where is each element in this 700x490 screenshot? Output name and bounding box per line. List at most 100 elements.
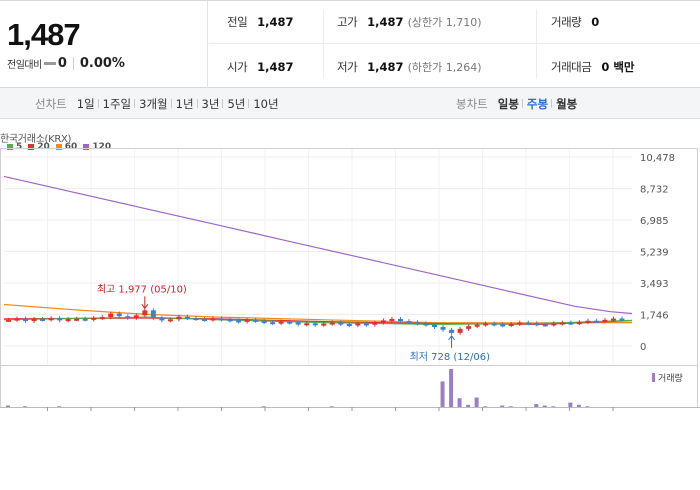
candle [304, 323, 310, 326]
upper-limit: (상한가 1,710) [407, 16, 482, 29]
low-annotation: 최저 728 (12/06) [410, 351, 491, 363]
volume-bar [57, 406, 62, 407]
change-percent: 0.00% [79, 56, 125, 71]
volume-bar [500, 405, 505, 407]
volume-bar [551, 406, 556, 407]
volume-bar [6, 405, 10, 407]
chart-canvas[interactable]: 10,478 8,732 6,985 5,239 3,493 1,746 0 최고 1,977… [0, 119, 700, 490]
volume-bar [576, 404, 581, 407]
candle [184, 316, 190, 319]
candle [133, 315, 139, 318]
candle [551, 323, 557, 326]
volume-bar [568, 402, 573, 407]
volume-bar [542, 405, 547, 407]
price-panel-frame [0, 148, 698, 366]
period-3y[interactable]: 3년 [194, 96, 219, 112]
candle [99, 317, 105, 320]
line-chart-periods: 선차트 1일 1주일 3개월 1년 3년 5년 10년 [35, 88, 279, 119]
price-box: 1,487 전일대비 0 0.00% [0, 1, 208, 88]
candle [380, 320, 386, 323]
candle [253, 319, 259, 322]
period-1d[interactable]: 1일 [77, 96, 95, 112]
candle [534, 323, 540, 326]
candle [423, 323, 429, 326]
candle [602, 319, 608, 322]
candle [346, 323, 352, 326]
day-high: 고가 1,487 (상한가 1,710) [337, 15, 482, 29]
period-10y[interactable]: 10년 [245, 96, 279, 112]
candle [176, 316, 182, 320]
volume-bar [440, 381, 445, 407]
candle [65, 319, 71, 322]
candle [108, 313, 114, 318]
volume-bar [329, 406, 334, 407]
candle [227, 319, 233, 322]
candle [278, 321, 284, 324]
period-1w[interactable]: 1주일 [95, 96, 131, 112]
candle [244, 319, 250, 322]
candle [270, 322, 276, 325]
quote-panel: 1,487 전일대비 0 0.00% 전일 1,487 고가 1,487 (상한… [0, 0, 700, 88]
volume-bar [457, 398, 462, 407]
candle [116, 313, 122, 317]
candle-weekly[interactable]: 주봉 [519, 96, 548, 112]
trade-amount: 거래대금 0 백만 [551, 59, 635, 74]
candle [295, 322, 301, 325]
candle [6, 319, 11, 322]
current-price: 1,487 [7, 17, 81, 52]
candle [201, 318, 207, 321]
y-tick-label: 3,493 [640, 279, 669, 290]
candle [508, 323, 514, 326]
stats-row-1: 전일 1,487 고가 1,487 (상한가 1,710) 거래량 0 [209, 1, 700, 44]
candle [568, 322, 574, 325]
change-row: 전일대비 0 0.00% [7, 56, 125, 71]
candle [23, 318, 29, 322]
candle [542, 324, 548, 327]
candle [593, 320, 599, 323]
volume-bar [534, 404, 539, 407]
volume-panel-frame [0, 365, 698, 408]
candle [321, 323, 327, 326]
volume-bar [23, 406, 28, 407]
candle [219, 318, 225, 321]
candle [236, 320, 242, 323]
y-tick-label: 8,732 [640, 185, 669, 196]
line-chart-label: 선차트 [35, 96, 67, 111]
volume-bar [474, 397, 479, 407]
candle [167, 319, 173, 322]
volume-bar [261, 406, 266, 407]
volume-bar [585, 406, 590, 407]
candle [397, 318, 403, 322]
change-value: 0 [57, 56, 67, 71]
candle [363, 323, 369, 326]
candle [329, 322, 335, 325]
period-1y[interactable]: 1년 [168, 96, 194, 112]
day-low: 저가 1,487 (하한가 1,264) [337, 59, 482, 74]
period-5y[interactable]: 5년 [219, 96, 245, 112]
candle [576, 322, 582, 325]
y-tick-label: 0 [640, 342, 646, 353]
chart-period-toolbar: 선차트 1일 1주일 3개월 1년 3년 5년 10년 봉차트 일봉 주봉 월봉 [0, 88, 700, 119]
candle [210, 318, 216, 321]
period-3m[interactable]: 3개월 [131, 96, 168, 112]
candle-monthly[interactable]: 월봉 [548, 96, 577, 112]
flat-change-icon [43, 62, 56, 65]
y-tick-label: 5,239 [640, 248, 669, 259]
candle [525, 322, 531, 325]
prev-close: 전일 1,487 [227, 15, 294, 29]
volume-bar [449, 369, 454, 407]
candle [31, 318, 37, 322]
candle [142, 310, 148, 316]
candle [74, 318, 80, 321]
candle [261, 320, 267, 323]
candle [559, 322, 565, 325]
candle [585, 320, 591, 323]
candle [483, 323, 489, 326]
volume-legend-label: 거래량 [658, 372, 683, 384]
candle [491, 323, 497, 326]
candle [48, 318, 54, 321]
y-tick-label: 6,985 [640, 216, 669, 227]
candle [91, 317, 97, 320]
candle [312, 323, 318, 326]
candle-daily[interactable]: 일봉 [498, 96, 519, 112]
